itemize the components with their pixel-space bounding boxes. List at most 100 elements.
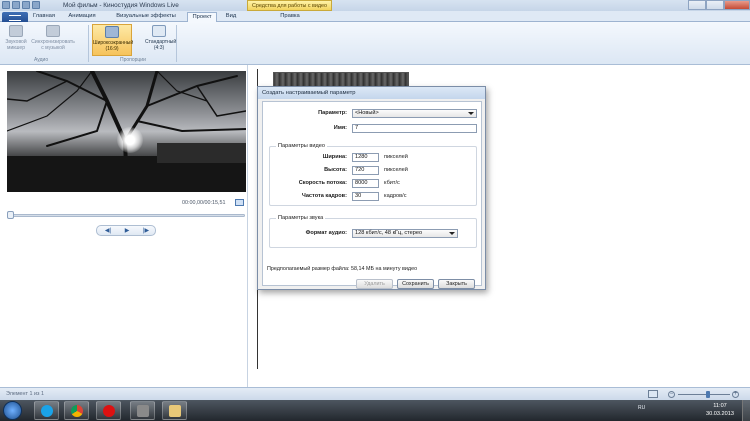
width-unit: пикселей [384, 154, 408, 160]
window-controls [688, 0, 750, 10]
quick-access-toolbar [2, 1, 40, 9]
taskbar-skype[interactable] [34, 401, 59, 420]
widescreen-icon [105, 26, 119, 38]
playback-time: 00:00,00/00:15,51 [182, 200, 226, 206]
tab-edit[interactable]: Правка [270, 12, 310, 22]
record-icon [103, 405, 115, 417]
playback-controls: ◀| ▶ |▶ [96, 225, 156, 236]
height-unit: пикселей [384, 167, 408, 173]
height-label: Высота: [324, 167, 347, 173]
storyboard-view-icon[interactable] [648, 390, 658, 398]
zoom-control: − + [668, 391, 740, 398]
language-indicator[interactable]: RU [638, 405, 645, 411]
audio-format-dropdown[interactable]: 128 кбит/с, 48 кГц, стерео [352, 229, 458, 238]
sync-music-button[interactable]: Синхронизировать с музыкой [31, 24, 75, 56]
app-icon[interactable] [2, 1, 10, 9]
standard-button[interactable]: Стандартный (4:3) [145, 24, 177, 56]
bitrate-input[interactable]: 8000 [352, 179, 379, 188]
standard-label: Стандартный (4:3) [145, 39, 177, 51]
width-label: Ширина: [322, 154, 347, 160]
clock-time: 11:07 [713, 403, 727, 409]
start-button[interactable] [3, 401, 22, 420]
bitrate-unit: кбит/с [384, 180, 400, 186]
file-size-estimate: Предполагаемый размер файла: 58,14 МБ на… [267, 266, 418, 272]
delete-button[interactable]: Удалить [356, 279, 393, 289]
audio-mixer-label: Звуковой микшер [5, 39, 27, 51]
next-frame-button[interactable]: |▶ [137, 227, 155, 235]
minimize-button[interactable] [688, 0, 706, 10]
ribbon-tabs: Главная Анимация Визуальные эффекты Прое… [0, 11, 750, 22]
fullscreen-icon[interactable] [235, 199, 244, 206]
ribbon: Звуковой микшер Синхронизировать с музык… [0, 22, 750, 65]
zoom-in-button[interactable]: + [732, 391, 739, 398]
status-text: Элемент 1 из 1 [6, 391, 44, 397]
param-dropdown[interactable]: <Новый> [352, 109, 477, 118]
video-tools-header: Средства для работы с видео [247, 0, 332, 11]
video-preview[interactable] [7, 71, 246, 192]
widescreen-button[interactable]: Широкоэкранный (16:9) [92, 24, 134, 56]
param-value: <Новый> [355, 110, 379, 116]
undo-icon[interactable] [22, 1, 30, 9]
close-button[interactable] [724, 0, 750, 10]
chevron-down-icon [468, 112, 474, 115]
name-input[interactable]: 7 [352, 124, 477, 133]
maximize-button[interactable] [706, 0, 724, 10]
audio-settings-legend: Параметры звука [276, 215, 326, 221]
height-input[interactable]: 720 [352, 166, 379, 175]
close-dialog-button[interactable]: Закрыть [438, 279, 475, 289]
custom-setting-dialog: Создать настраиваемый параметр Параметр:… [257, 86, 486, 290]
audio-mixer-button[interactable]: Звуковой микшер [2, 24, 30, 56]
skype-icon [41, 405, 53, 417]
video-settings-legend: Параметры видео [276, 143, 327, 149]
tab-home[interactable]: Главная [30, 12, 58, 22]
show-desktop-button[interactable] [742, 400, 750, 421]
status-bar: Элемент 1 из 1 − + [0, 387, 750, 400]
taskbar-explorer[interactable] [162, 401, 187, 420]
redo-icon[interactable] [32, 1, 40, 9]
preview-pane: 00:00,00/00:15,51 ◀| ▶ |▶ [0, 65, 248, 387]
param-label: Параметр: [318, 110, 347, 116]
dialog-title: Создать настраиваемый параметр [258, 87, 485, 99]
seek-thumb[interactable] [7, 211, 14, 219]
taskbar-chrome[interactable] [64, 401, 89, 420]
fps-input[interactable]: 30 [352, 192, 379, 201]
save-icon[interactable] [12, 1, 20, 9]
chrome-icon [71, 405, 83, 417]
group-separator [88, 25, 89, 62]
taskbar-recorder[interactable] [96, 401, 121, 420]
tab-view[interactable]: Вид [220, 12, 242, 22]
chevron-down-icon [449, 232, 455, 235]
clock-date: 30.03.2013 [706, 411, 734, 417]
tab-animation[interactable]: Анимация [62, 12, 102, 22]
standard-icon [152, 25, 166, 37]
folder-icon [169, 405, 181, 417]
sun-glare [117, 127, 143, 153]
widescreen-label: Широкоэкранный (16:9) [93, 40, 134, 52]
file-menu-button[interactable] [2, 12, 28, 22]
width-input[interactable]: 1280 [352, 153, 379, 162]
taskbar: RU 11:07 30.03.2013 [0, 400, 750, 421]
sync-icon [46, 25, 60, 37]
zoom-thumb[interactable] [706, 391, 710, 398]
tab-project[interactable]: Проект [187, 12, 217, 22]
name-label: Имя: [333, 125, 347, 131]
bitrate-label: Скорость потока: [298, 180, 347, 186]
audio-group-label: Аудио [34, 57, 49, 63]
sync-music-label: Синхронизировать с музыкой [31, 39, 75, 51]
zoom-out-button[interactable]: − [668, 391, 675, 398]
taskbar-movie-maker[interactable] [130, 401, 155, 420]
clock[interactable]: 11:07 30.03.2013 [706, 402, 734, 418]
save-button[interactable]: Сохранить [397, 279, 434, 289]
play-button[interactable]: ▶ [118, 227, 136, 235]
seek-bar[interactable] [8, 214, 245, 217]
audio-format-label: Формат аудио: [305, 230, 347, 236]
movie-maker-icon [137, 405, 149, 417]
audio-format-value: 128 кбит/с, 48 кГц, стерео [355, 230, 423, 236]
zoom-slider[interactable] [678, 394, 730, 395]
group-separator [176, 25, 177, 62]
window-title: Мой фильм - Киностудия Windows Live [63, 2, 179, 9]
dialog-body: Параметр: <Новый> Имя: 7 Параметры видео… [262, 101, 482, 289]
previous-frame-button[interactable]: ◀| [99, 227, 117, 235]
fps-unit: кадров/с [384, 193, 407, 199]
tab-visual-effects[interactable]: Визуальные эффекты [106, 12, 186, 22]
